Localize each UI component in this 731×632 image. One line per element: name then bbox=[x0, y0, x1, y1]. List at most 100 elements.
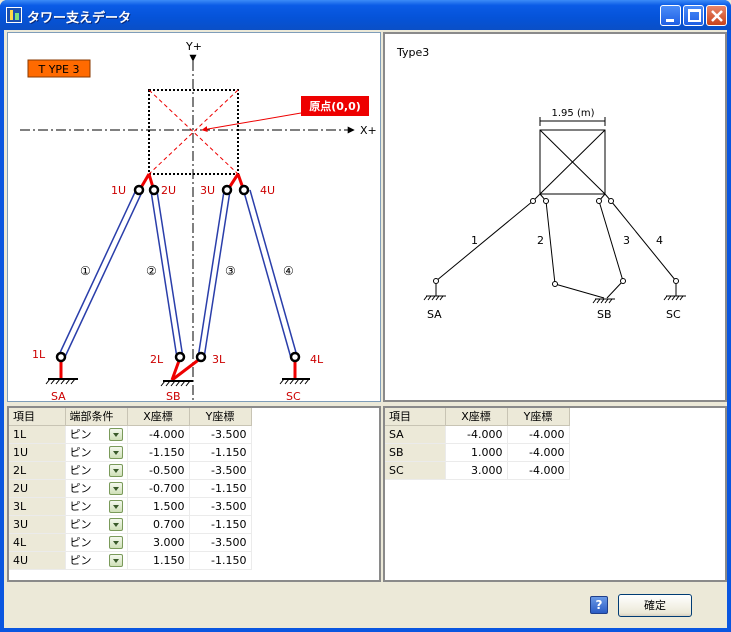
row-item[interactable]: 2L bbox=[9, 461, 66, 480]
col-header-x[interactable]: X座標 bbox=[127, 408, 190, 426]
row-y[interactable]: -1.150 bbox=[189, 551, 252, 570]
row-item[interactable]: SC bbox=[385, 461, 446, 480]
row-x[interactable]: 1.500 bbox=[127, 497, 190, 516]
row-y[interactable]: -3.500 bbox=[189, 461, 252, 480]
table-row[interactable]: 3L ピン 1.500 -3.500 bbox=[9, 497, 252, 516]
table-row[interactable]: SB 1.000 -4.000 bbox=[385, 443, 570, 462]
points-table: 項目 端部条件 X座標 Y座標 1L ピン -4.000 -3.500 1U ピン -1.1… bbox=[9, 408, 252, 570]
close-icon bbox=[711, 10, 723, 22]
row-item[interactable]: 1L bbox=[9, 425, 66, 444]
table-row[interactable]: 1L ピン -4.000 -3.500 bbox=[9, 425, 252, 444]
minimize-icon bbox=[666, 19, 674, 22]
table-row[interactable]: 2U ピン -0.700 -1.150 bbox=[9, 479, 252, 498]
row-x[interactable]: -0.500 bbox=[127, 461, 190, 480]
row-x[interactable]: -1.150 bbox=[127, 443, 190, 462]
point-label-2u: 2U bbox=[161, 184, 176, 197]
row-end-condition[interactable]: ピン bbox=[65, 425, 128, 444]
close-button[interactable] bbox=[706, 5, 727, 26]
y-axis-label: Y+ bbox=[185, 40, 202, 53]
row-item[interactable]: 3L bbox=[9, 497, 66, 516]
row-x[interactable]: -4.000 bbox=[445, 425, 508, 444]
origin-arrow bbox=[201, 112, 302, 133]
row-x[interactable]: 3.000 bbox=[127, 533, 190, 552]
member-label-4: ④ bbox=[283, 264, 294, 278]
origin-label: 原点(0,0) bbox=[309, 99, 361, 113]
dropdown-arrow-icon[interactable] bbox=[108, 535, 123, 549]
col-header-y[interactable]: Y座標 bbox=[507, 408, 570, 426]
member-lines bbox=[57, 189, 298, 360]
preview-member-4: 4 bbox=[656, 234, 663, 247]
row-item[interactable]: 3U bbox=[9, 515, 66, 534]
row-y[interactable]: -3.500 bbox=[189, 425, 252, 444]
row-item[interactable]: 4L bbox=[9, 533, 66, 552]
point-label-2l: 2L bbox=[150, 353, 164, 366]
row-x[interactable]: -0.700 bbox=[127, 479, 190, 498]
dropdown-arrow-icon[interactable] bbox=[108, 427, 123, 441]
col-header-end-condition[interactable]: 端部条件 bbox=[65, 408, 128, 426]
table-row[interactable]: SA -4.000 -4.000 bbox=[385, 425, 570, 444]
dimension-label: 1.95 (m) bbox=[552, 108, 595, 119]
table-row[interactable]: 2L ピン -0.500 -3.500 bbox=[9, 461, 252, 480]
col-header-item[interactable]: 項目 bbox=[385, 408, 446, 426]
dropdown-arrow-icon[interactable] bbox=[108, 517, 123, 531]
row-end-condition[interactable]: ピン bbox=[65, 479, 128, 498]
table-row[interactable]: 3U ピン 0.700 -1.150 bbox=[9, 515, 252, 534]
preview-support-sc: SC bbox=[666, 308, 681, 321]
ok-button[interactable]: 確定 bbox=[618, 594, 692, 617]
row-y[interactable]: -1.150 bbox=[189, 515, 252, 534]
row-end-condition[interactable]: ピン bbox=[65, 533, 128, 552]
row-end-condition[interactable]: ピン bbox=[65, 515, 128, 534]
row-x[interactable]: 3.000 bbox=[445, 461, 508, 480]
table-row[interactable]: SC 3.000 -4.000 bbox=[385, 461, 570, 480]
maximize-button[interactable] bbox=[683, 5, 704, 26]
col-header-item[interactable]: 項目 bbox=[9, 408, 66, 426]
tower-diagram: T YPE 3 Y+ X+ 原点(0,0) 1U 2U 3U 4U 1L 2L … bbox=[20, 40, 377, 403]
row-x[interactable]: 1.150 bbox=[127, 551, 190, 570]
preview-member-1: 1 bbox=[471, 234, 478, 247]
row-y[interactable]: -1.150 bbox=[189, 479, 252, 498]
support-symbols bbox=[45, 378, 310, 387]
row-item[interactable]: 1U bbox=[9, 443, 66, 462]
point-label-4l: 4L bbox=[310, 353, 324, 366]
col-header-x[interactable]: X座標 bbox=[445, 408, 508, 426]
row-end-condition[interactable]: ピン bbox=[65, 461, 128, 480]
dropdown-arrow-icon[interactable] bbox=[108, 499, 123, 513]
row-x[interactable]: 0.700 bbox=[127, 515, 190, 534]
row-item[interactable]: 4U bbox=[9, 551, 66, 570]
row-end-condition[interactable]: ピン bbox=[65, 443, 128, 462]
dropdown-arrow-icon[interactable] bbox=[108, 553, 123, 567]
row-y[interactable]: -1.150 bbox=[189, 443, 252, 462]
col-header-y[interactable]: Y座標 bbox=[189, 408, 252, 426]
row-y[interactable]: -4.000 bbox=[507, 425, 570, 444]
dropdown-arrow-icon[interactable] bbox=[108, 445, 123, 459]
minimize-button[interactable] bbox=[660, 5, 681, 26]
end-condition-value: ピン bbox=[69, 428, 92, 441]
row-y[interactable]: -4.000 bbox=[507, 443, 570, 462]
maximize-icon bbox=[688, 9, 701, 22]
title-bar[interactable]: タワー支えデータ bbox=[0, 0, 731, 30]
tower-diagram-panel: T YPE 3 Y+ X+ 原点(0,0) 1U 2U 3U 4U 1L 2L … bbox=[7, 32, 381, 403]
row-item[interactable]: SB bbox=[385, 443, 446, 462]
point-label-1l: 1L bbox=[32, 348, 46, 361]
table-row[interactable]: 4L ピン 3.000 -3.500 bbox=[9, 533, 252, 552]
table-row[interactable]: 1U ピン -1.150 -1.150 bbox=[9, 443, 252, 462]
end-condition-value: ピン bbox=[69, 518, 92, 531]
supports-table-panel: 項目 X座標 Y座標 SA -4.000 -4.000 SB 1.000 -4.000 SC… bbox=[383, 406, 727, 582]
table-row[interactable]: 4U ピン 1.150 -1.150 bbox=[9, 551, 252, 570]
row-y[interactable]: -3.500 bbox=[189, 533, 252, 552]
member-label-1: ① bbox=[80, 264, 91, 278]
row-end-condition[interactable]: ピン bbox=[65, 497, 128, 516]
row-end-condition[interactable]: ピン bbox=[65, 551, 128, 570]
dropdown-arrow-icon[interactable] bbox=[108, 463, 123, 477]
dropdown-arrow-icon[interactable] bbox=[108, 481, 123, 495]
row-y[interactable]: -4.000 bbox=[507, 461, 570, 480]
point-label-1u: 1U bbox=[111, 184, 126, 197]
pin-nodes bbox=[55, 184, 301, 363]
window: タワー支えデータ T YPE 3 Y+ X+ 原点(0,0) 1U 2U 3U … bbox=[0, 0, 731, 632]
row-y[interactable]: -3.500 bbox=[189, 497, 252, 516]
row-x[interactable]: 1.000 bbox=[445, 443, 508, 462]
row-x[interactable]: -4.000 bbox=[127, 425, 190, 444]
row-item[interactable]: SA bbox=[385, 425, 446, 444]
help-button[interactable]: ? bbox=[590, 596, 608, 614]
row-item[interactable]: 2U bbox=[9, 479, 66, 498]
